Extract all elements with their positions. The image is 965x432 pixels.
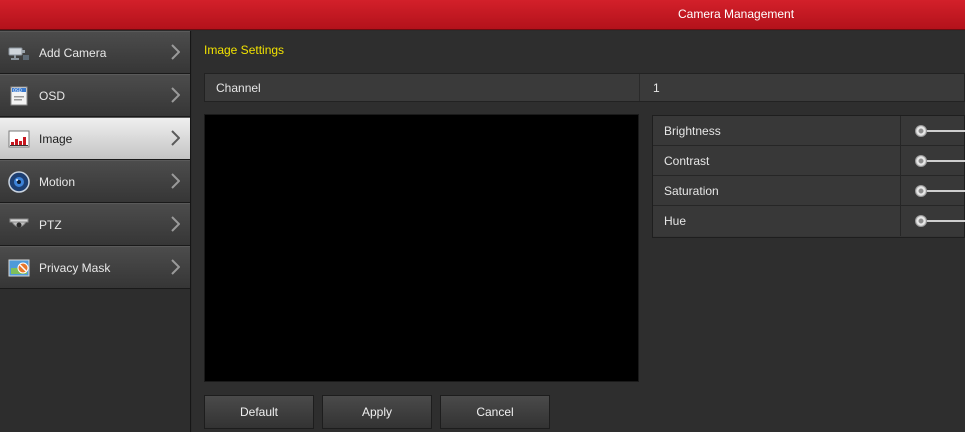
sidebar-item-label: Add Camera [39, 45, 107, 60]
channel-label: Channel [216, 81, 261, 95]
image-icon [8, 128, 30, 150]
sidebar-item-ptz[interactable]: PTZ [0, 203, 190, 246]
default-button[interactable]: Default [204, 395, 314, 429]
hue-slider[interactable] [915, 215, 965, 227]
svg-text:OSD: OSD [13, 88, 22, 93]
slider-handle[interactable] [915, 215, 927, 227]
contrast-slider[interactable] [915, 155, 965, 167]
sidebar-item-label: OSD [39, 88, 66, 103]
camera-icon [8, 42, 30, 64]
chevron-right-icon [171, 259, 180, 275]
sidebar-item-label: PTZ [39, 217, 62, 232]
motion-icon [8, 170, 30, 193]
chevron-right-icon [171, 87, 180, 103]
privacy-mask-icon [8, 257, 30, 279]
chevron-right-icon [171, 130, 180, 146]
chevron-right-icon [171, 44, 180, 60]
osd-icon: OSD [8, 85, 30, 107]
divider [900, 176, 901, 206]
slider-handle[interactable] [915, 125, 927, 137]
divider [900, 206, 901, 236]
brightness-slider[interactable] [915, 125, 965, 137]
sidebar: Add Camera OSD OSD Image Motion PTZ Priv… [0, 31, 191, 432]
video-preview [204, 114, 639, 382]
image-adjustments: Brightness Contrast Saturation Hue [652, 115, 965, 238]
hue-label: Hue [664, 214, 687, 228]
saturation-row: Saturation [653, 176, 965, 206]
cancel-button[interactable]: Cancel [440, 395, 550, 429]
divider [900, 146, 901, 176]
main-panel: Image Settings Channel 1 Brightness Cont… [192, 31, 965, 432]
chevron-right-icon [171, 216, 180, 232]
divider [639, 74, 640, 101]
title-bar: Camera Management [0, 0, 965, 30]
brightness-row: Brightness [653, 116, 965, 146]
sidebar-item-osd[interactable]: OSD OSD [0, 74, 190, 117]
saturation-label: Saturation [664, 184, 719, 198]
contrast-label: Contrast [664, 154, 710, 168]
contrast-row: Contrast [653, 146, 965, 176]
divider [900, 116, 901, 146]
slider-handle[interactable] [915, 185, 927, 197]
sidebar-item-add-camera[interactable]: Add Camera [0, 31, 190, 74]
slider-handle[interactable] [915, 155, 927, 167]
brightness-label: Brightness [664, 124, 721, 138]
sidebar-item-image[interactable]: Image [0, 117, 190, 160]
sidebar-item-label: Image [39, 131, 73, 146]
chevron-right-icon [171, 173, 180, 189]
sidebar-item-label: Motion [39, 174, 76, 189]
window-title: Camera Management [678, 7, 795, 21]
saturation-slider[interactable] [915, 185, 965, 197]
hue-row: Hue [653, 206, 965, 236]
sidebar-item-privacy-mask[interactable]: Privacy Mask [0, 246, 190, 289]
apply-button[interactable]: Apply [322, 395, 432, 429]
ptz-icon [8, 214, 30, 236]
channel-row[interactable]: Channel 1 [204, 73, 965, 102]
channel-select[interactable]: 1 [653, 81, 660, 95]
sidebar-item-motion[interactable]: Motion [0, 160, 190, 203]
sidebar-item-label: Privacy Mask [39, 260, 111, 275]
section-title: Image Settings [204, 43, 285, 57]
